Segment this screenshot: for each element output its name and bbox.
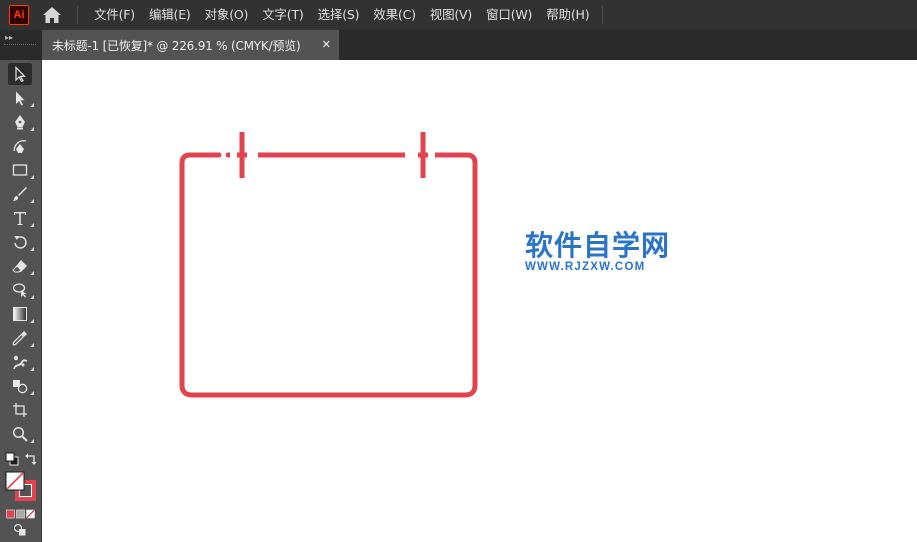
brush-icon [13, 187, 27, 201]
tool-group-indicator [30, 319, 34, 323]
rectangle-icon [12, 164, 28, 176]
fill-stroke-icon [5, 471, 36, 501]
menu-type[interactable]: 文字(T) [255, 0, 310, 30]
eyedropper-icon [12, 331, 27, 346]
drawing-mode-icon [13, 523, 26, 536]
default-colors-icon [5, 452, 19, 466]
menu-select[interactable]: 选择(S) [311, 0, 367, 30]
eraser-icon [12, 260, 27, 273]
watermark-url: WWW.RJZXW.COM [525, 261, 646, 273]
menu-items: 文件(F) 编辑(E) 对象(O) 文字(T) 选择(S) 效果(C) 视图(V… [87, 0, 596, 30]
pen-tool[interactable] [8, 111, 34, 133]
color-mode-icons [6, 509, 35, 519]
lasso-tool[interactable] [8, 279, 34, 301]
illustrator-logo-icon[interactable]: Ai [9, 5, 29, 25]
tool-group-indicator [30, 343, 34, 347]
home-button[interactable] [39, 4, 65, 26]
document-tab-title: 未标题-1 [已恢复]* @ 226.91 % (CMYK/预览) [52, 38, 301, 53]
rectangle-tool[interactable] [8, 159, 34, 181]
pen-icon [15, 115, 25, 130]
gradient-tool[interactable] [8, 303, 34, 325]
menu-view[interactable]: 视图(V) [423, 0, 479, 30]
menu-window[interactable]: 窗口(W) [479, 0, 539, 30]
menu-help[interactable]: 帮助(H) [539, 0, 596, 30]
menu-divider-end [602, 6, 604, 24]
swap-colors-button[interactable] [24, 452, 38, 466]
default-colors-button[interactable] [5, 452, 19, 466]
menu-divider [77, 6, 78, 24]
tool-group-indicator [30, 391, 34, 395]
artboard-canvas[interactable]: 软件自学网 WWW.RJZXW.COM [43, 60, 917, 542]
eyedropper-tool[interactable] [8, 327, 34, 349]
curvature-tool[interactable] [8, 135, 32, 157]
tool-group-indicator [30, 367, 34, 371]
lasso-icon [12, 283, 27, 298]
menu-file[interactable]: 文件(F) [87, 0, 142, 30]
tool-group-indicator [30, 103, 34, 107]
tool-group-indicator [30, 127, 34, 131]
curvature-pen-icon [13, 140, 27, 153]
shape-builder-tool[interactable] [8, 375, 34, 397]
gradient-icon [13, 307, 27, 321]
type-tool[interactable] [8, 207, 34, 229]
puppet-warp-icon [13, 355, 28, 370]
rotate-tool[interactable] [8, 231, 34, 253]
selection-tool[interactable] [8, 63, 32, 85]
gradient-mode-icon [16, 509, 25, 519]
close-tab-icon[interactable]: ✕ [322, 38, 331, 51]
menu-bar: Ai 文件(F) 编辑(E) 对象(O) 文字(T) 选择(S) 效果(C) 视… [0, 0, 917, 30]
arrow-icon [15, 66, 26, 82]
menu-object[interactable]: 对象(O) [198, 0, 256, 30]
rotate-icon [14, 236, 27, 249]
paintbrush-tool[interactable] [8, 183, 34, 205]
white-arrow-icon [16, 91, 25, 106]
tool-group-indicator [30, 199, 34, 203]
watermark: 软件自学网 WWW.RJZXW.COM [525, 229, 671, 274]
drawing-mode-button[interactable] [13, 523, 27, 537]
watermark-title: 软件自学网 [525, 229, 671, 262]
calendar-gap-left-a [230, 152, 237, 158]
menu-effect[interactable]: 效果(C) [366, 0, 422, 30]
tool-group-indicator [30, 247, 34, 251]
document-tab-bar: ▸▸ 未标题-1 [已恢复]* @ 226.91 % (CMYK/预览) ✕ [0, 30, 917, 60]
tool-group-indicator [30, 295, 34, 299]
color-mode-icon [6, 509, 15, 519]
puppet-warp-tool[interactable] [8, 351, 34, 373]
calendar-gap-left-b [247, 152, 258, 158]
calendar-frame [179, 152, 478, 398]
tools-panel [0, 60, 42, 542]
swap-arrow-icon [25, 453, 37, 465]
shape-builder-icon [13, 380, 28, 394]
color-mode-buttons [6, 506, 36, 519]
direct-selection-tool[interactable] [8, 87, 34, 109]
home-icon [43, 7, 61, 23]
calendar-gap-right-b [428, 152, 435, 158]
zoom-tool[interactable] [8, 423, 34, 445]
type-icon [14, 212, 26, 225]
calendar-outline-artwork[interactable] [43, 60, 917, 542]
artboard-tool[interactable] [8, 399, 32, 421]
tool-group-indicator [30, 175, 34, 179]
tool-group-indicator [30, 439, 34, 443]
eraser-tool[interactable] [8, 255, 34, 277]
collapse-panels-icon[interactable]: ▸▸ [5, 33, 13, 42]
tool-group-indicator [30, 223, 34, 227]
panel-grip[interactable] [4, 44, 36, 54]
artboard-icon [13, 403, 27, 417]
zoom-icon [12, 426, 28, 442]
menu-edit[interactable]: 编辑(E) [142, 0, 198, 30]
fill-stroke-swatches[interactable] [4, 470, 38, 502]
calendar-gap-right-a [405, 152, 418, 158]
tool-group-indicator [30, 271, 34, 275]
document-tab[interactable]: 未标题-1 [已恢复]* @ 226.91 % (CMYK/预览) ✕ [42, 30, 339, 60]
